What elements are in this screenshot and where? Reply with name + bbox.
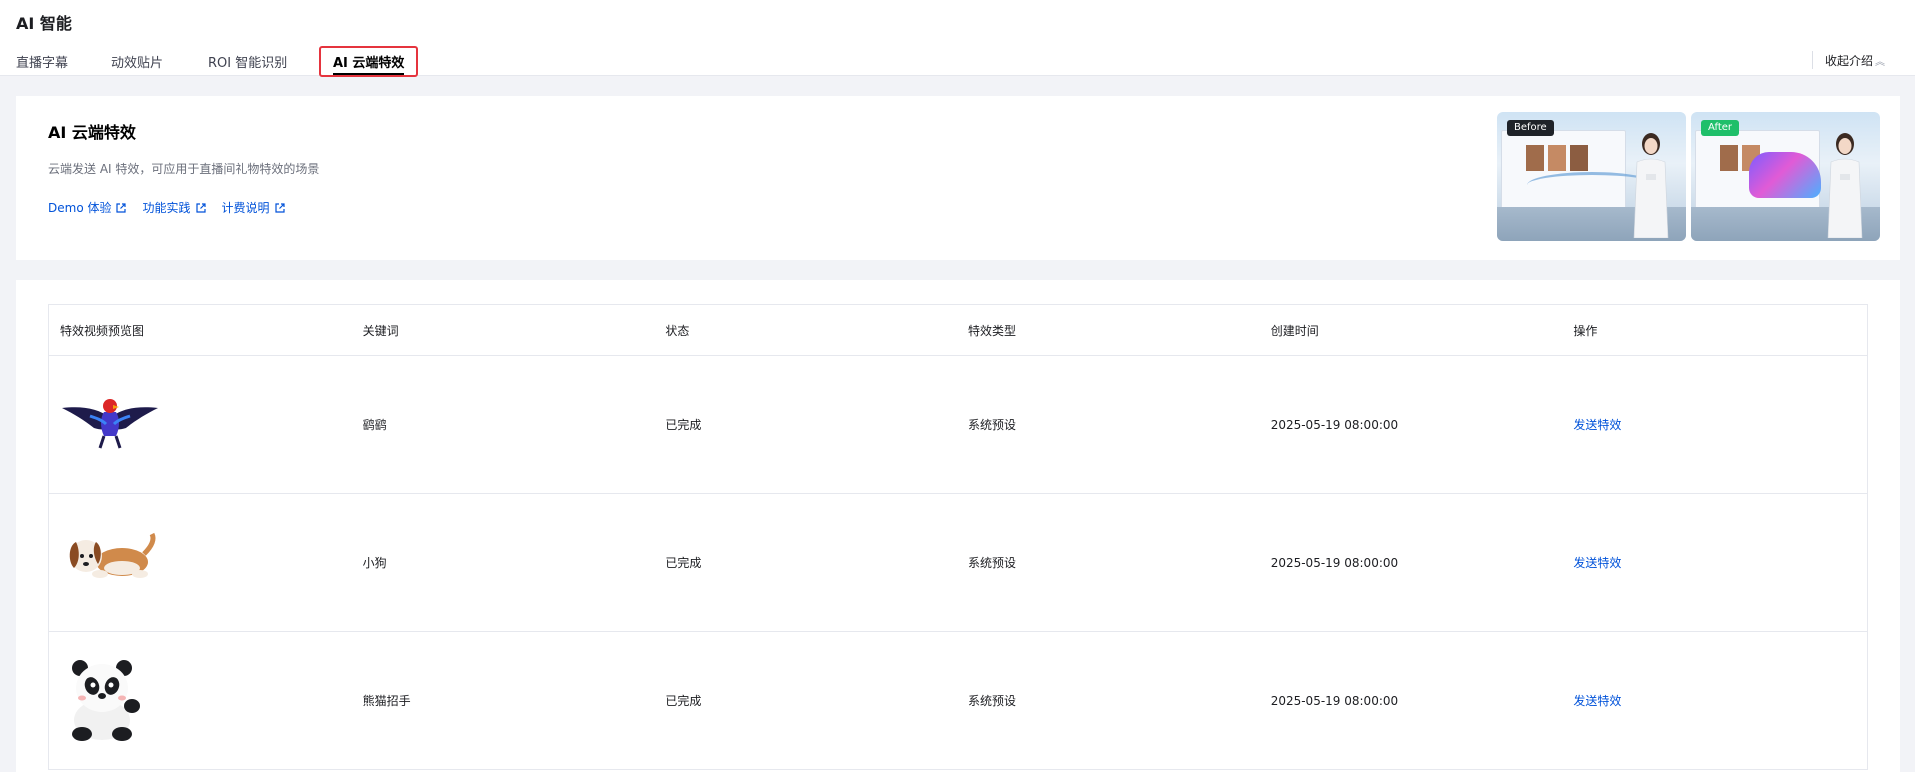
type-cell: 系统预设 <box>968 418 1017 432</box>
preview-after-image: After <box>1691 112 1880 241</box>
after-badge: After <box>1701 120 1740 136</box>
billing-link[interactable]: 计费说明 <box>222 199 285 216</box>
effects-table-card: 特效视频预览图 关键词 状态 特效类型 创建时间 操作 鹞鹞 已完成 系统预设 … <box>16 280 1900 772</box>
tab-roi-recognition[interactable]: ROI 智能识别 <box>208 52 287 71</box>
created-time-cell: 2025-05-19 08:00:00 <box>1270 417 1399 432</box>
intro-description: 云端发送 AI 特效，可应用于直播间礼物特效的场景 <box>48 162 320 176</box>
column-header: 关键词 <box>362 323 399 338</box>
created-time-cell: 2025-05-19 08:00:00 <box>1270 693 1399 708</box>
table-row: 鹞鹞 已完成 系统预设 2025-05-19 08:00:00 发送特效 <box>49 356 1867 494</box>
send-effect-button[interactable]: 发送特效 <box>1562 416 1867 433</box>
tab-motion-stickers[interactable]: 动效贴片 <box>111 52 163 71</box>
send-effect-button[interactable]: 发送特效 <box>1562 554 1867 571</box>
intro-title: AI 云端特效 <box>48 123 136 142</box>
status-cell: 已完成 <box>665 694 702 708</box>
table-row: 熊猫招手 已完成 系统预设 2025-05-19 08:00:00 发送特效 <box>49 632 1867 770</box>
send-effect-button[interactable]: 发送特效 <box>1562 692 1867 709</box>
external-link-icon <box>116 202 127 213</box>
collapse-intro-button[interactable]: 收起介绍 ︽ <box>1825 52 1885 69</box>
panda-icon <box>72 660 140 741</box>
active-tab-highlight <box>319 46 418 77</box>
created-time-cell: 2025-05-19 08:00:00 <box>1270 555 1399 570</box>
external-link-icon <box>195 202 206 213</box>
status-cell: 已完成 <box>665 556 702 570</box>
presenter-figure-icon <box>1827 133 1863 238</box>
intro-links: Demo 体验 功能实践 计费说明 <box>48 199 285 216</box>
tab-live-subtitles[interactable]: 直播字幕 <box>16 52 68 71</box>
table-row: 小狗 已完成 系统预设 2025-05-19 08:00:00 发送特效 <box>49 494 1867 632</box>
before-badge: Before <box>1507 120 1554 136</box>
column-header: 特效视频预览图 <box>60 323 145 338</box>
external-link-icon <box>274 202 285 213</box>
column-header: 创建时间 <box>1270 323 1319 338</box>
keyword-cell: 熊猫招手 <box>362 694 411 708</box>
column-header: 特效类型 <box>968 323 1017 338</box>
demo-link[interactable]: Demo 体验 <box>48 199 127 216</box>
demo-link-label: Demo 体验 <box>48 201 112 215</box>
puppy-icon <box>69 532 156 578</box>
car-effect-icon <box>1749 152 1821 198</box>
preview-before-image: Before <box>1497 112 1686 241</box>
practice-link[interactable]: 功能实践 <box>142 199 206 216</box>
divider <box>1812 51 1813 69</box>
eagle-icon <box>62 399 158 449</box>
intro-card: AI 云端特效 云端发送 AI 特效，可应用于直播间礼物特效的场景 Demo 体… <box>16 96 1900 260</box>
preview-ui-panel <box>1501 130 1626 210</box>
column-header: 状态 <box>665 323 690 338</box>
chevron-up-icon: ︽ <box>1875 57 1886 68</box>
page-title: AI 智能 <box>16 14 72 33</box>
status-cell: 已完成 <box>665 418 702 432</box>
billing-link-label: 计费说明 <box>221 201 270 215</box>
keyword-cell: 鹞鹞 <box>362 418 387 432</box>
type-cell: 系统预设 <box>968 556 1017 570</box>
table-header: 特效视频预览图 关键词 状态 特效类型 创建时间 操作 <box>49 305 1867 356</box>
type-cell: 系统预设 <box>968 694 1017 708</box>
keyword-cell: 小狗 <box>362 556 387 570</box>
presenter-figure-icon <box>1633 133 1669 238</box>
effects-table: 特效视频预览图 关键词 状态 特效类型 创建时间 操作 鹞鹞 已完成 系统预设 … <box>48 304 1868 770</box>
practice-link-label: 功能实践 <box>142 201 191 215</box>
column-header: 操作 <box>1573 323 1598 338</box>
top-header: AI 智能 直播字幕 动效贴片 ROI 智能识别 AI 云端特效 收起介绍 ︽ <box>0 0 1915 77</box>
collapse-intro-label: 收起介绍 <box>1825 54 1874 68</box>
